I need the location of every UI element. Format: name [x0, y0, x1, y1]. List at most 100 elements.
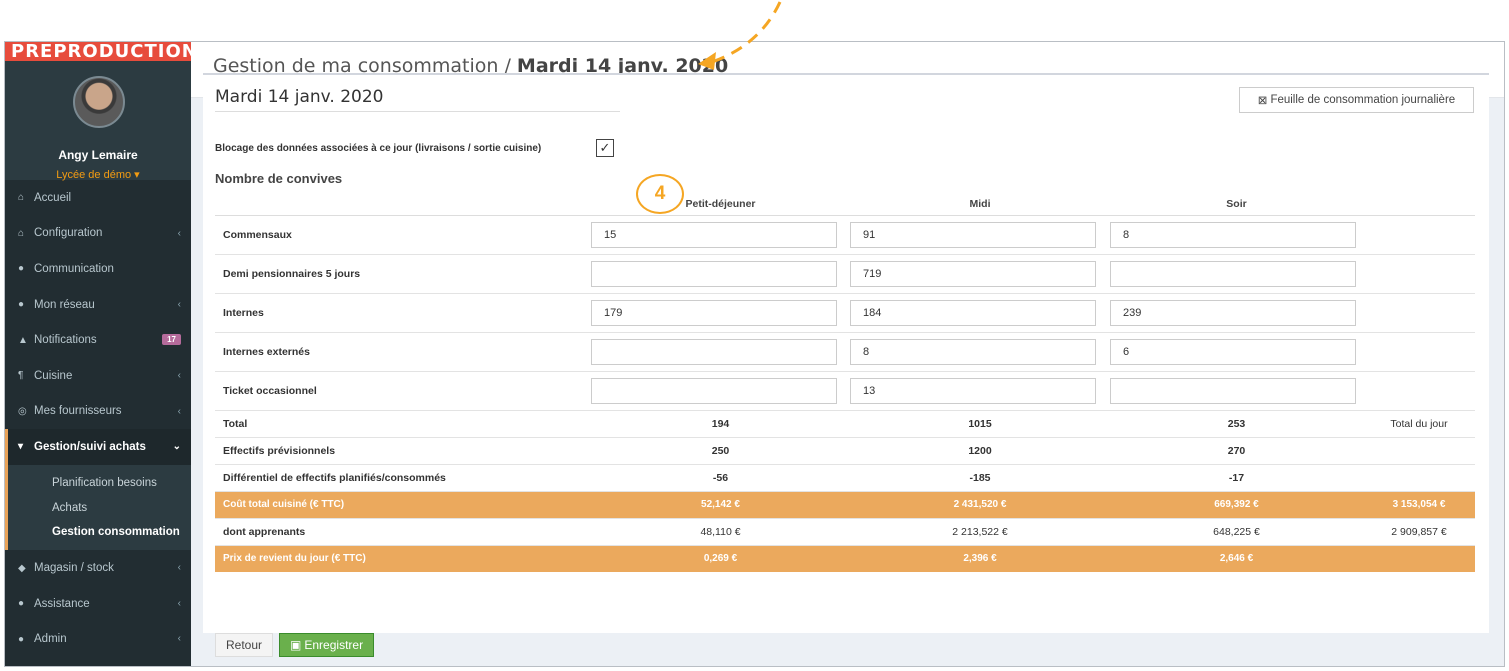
sidebar-item-label: Gestion/suivi achats — [34, 440, 146, 453]
summary-value: 194 — [591, 409, 850, 437]
summary-value: 0,269 € — [591, 544, 850, 572]
sidebar-item-label: Configuration — [34, 227, 103, 240]
sidebar-item-3[interactable]: ● Mon réseau ‹ — [5, 287, 191, 323]
summary-value: 1015 — [850, 409, 1110, 437]
sidebar-menu: ⌂ Accueil ⌂ Configuration ‹ ● Communication ● Mo… — [5, 180, 191, 657]
consumption-box: Mardi 14 janv. 2020 ⊠ Feuille de consomm… — [203, 73, 1489, 633]
sidebar-item-10[interactable]: ● Admin ‹ — [5, 621, 191, 657]
submenu-item-0[interactable]: Planification besoins — [8, 471, 191, 496]
back-button[interactable]: Retour — [215, 633, 274, 657]
covers-input[interactable] — [1110, 377, 1356, 404]
row-label: Demi pensionnaires 5 jours — [215, 253, 591, 293]
daily-sheet-button[interactable]: ⊠ Feuille de consommation journalière — [1239, 87, 1474, 113]
summary-label: Total — [215, 409, 591, 437]
sidebar-item-8[interactable]: ◆ Magasin / stock ‹ — [5, 550, 191, 586]
summary-value: 2,646 € — [1110, 544, 1363, 572]
summary-value: 669,392 € — [1110, 490, 1363, 518]
sidebar-item-7[interactable]: ▾ Gestion/suivi achats ⌄ — [5, 429, 191, 465]
covers-input[interactable]: 8 — [1110, 221, 1356, 248]
table-row: Ticket occasionnel 13 — [215, 370, 1475, 410]
sidebar-item-5[interactable]: ¶ Cuisine ‹ — [5, 358, 191, 394]
input-cell: 179 — [591, 292, 850, 332]
column-header-dinner: Soir — [1110, 193, 1363, 216]
sidebar-item-9[interactable]: ● Assistance ‹ — [5, 586, 191, 622]
table-row: Demi pensionnaires 5 jours 719 — [215, 253, 1475, 293]
covers-input[interactable]: 239 — [1110, 299, 1356, 326]
covers-table: Petit-déjeuner Midi Soir Commensaux 15 91 8… — [215, 193, 1475, 572]
covers-input[interactable] — [591, 377, 837, 404]
summary-value: 250 — [591, 436, 850, 464]
input-cell — [1110, 370, 1363, 410]
summary-label: Coût total cuisiné (€ TTC) — [215, 490, 591, 518]
covers-input[interactable]: 8 — [850, 338, 1096, 365]
sidebar: PREPRODUCTION Angy Lemaire Lycée de démo… — [5, 42, 197, 666]
input-cell: 91 — [850, 214, 1110, 254]
sidebar-item-label: Cuisine — [34, 369, 73, 382]
box-title: Mardi 14 janv. 2020 — [215, 87, 620, 112]
column-header-lunch: Midi — [850, 193, 1110, 216]
sidebar-item-1[interactable]: ⌂ Configuration ‹ — [5, 216, 191, 252]
chevron-icon: ‹ — [177, 369, 181, 381]
covers-input[interactable]: 719 — [850, 260, 1096, 287]
covers-input[interactable] — [591, 338, 837, 365]
chevron-icon: ‹ — [177, 633, 181, 645]
summary-value: 253 — [1110, 409, 1363, 437]
covers-input[interactable] — [1110, 260, 1356, 287]
covers-input[interactable]: 184 — [850, 299, 1096, 326]
sidebar-item-2[interactable]: ● Communication — [5, 251, 191, 287]
input-cell: 8 — [1110, 214, 1363, 254]
summary-value: 1200 — [850, 436, 1110, 464]
input-cell — [1110, 253, 1363, 293]
sidebar-item-label: Accueil — [34, 191, 72, 204]
covers-input[interactable]: 6 — [1110, 338, 1356, 365]
submenu-item-1[interactable]: Achats — [8, 495, 191, 520]
covers-input[interactable]: 179 — [591, 299, 837, 326]
lock-checkbox[interactable]: ✓ — [596, 139, 614, 157]
summary-extra — [1363, 463, 1475, 491]
covers-input[interactable]: 15 — [591, 221, 837, 248]
summary-row-forecast: Effectifs prévisionnels 250 1200 270 — [215, 436, 1475, 464]
empty-cell — [1363, 214, 1475, 254]
column-header-extra — [1363, 193, 1475, 216]
summary-row-diff: Différentiel de effectifs planifiés/cons… — [215, 463, 1475, 491]
empty-cell — [1363, 370, 1475, 410]
sidebar-item-label: Mes fournisseurs — [34, 405, 122, 418]
sidebar-item-0[interactable]: ⌂ Accueil — [5, 180, 191, 216]
menu-icon: ● — [18, 263, 25, 275]
daily-sheet-label: Feuille de consommation journalière — [1270, 94, 1456, 106]
summary-value: 270 — [1110, 436, 1363, 464]
table-row: Internes 179 184 239 — [215, 292, 1475, 332]
user-panel: Angy Lemaire Lycée de démo ▾ — [5, 61, 191, 181]
chevron-icon: ‹ — [177, 562, 181, 574]
summary-label: Effectifs prévisionnels — [215, 436, 591, 464]
covers-input[interactable]: 91 — [850, 221, 1096, 248]
covers-input[interactable]: 13 — [850, 377, 1096, 404]
sidebar-item-6[interactable]: ◎ Mes fournisseurs ‹ — [5, 394, 191, 430]
chevron-icon: ⌄ — [172, 441, 181, 453]
menu-icon: ⌂ — [18, 192, 25, 204]
covers-input[interactable] — [591, 260, 837, 287]
save-button[interactable]: ▣ Enregistrer — [279, 633, 375, 657]
summary-row-unit_cost: Prix de revient du jour (€ TTC) 0,269 €2,… — [215, 544, 1475, 572]
input-cell: 15 — [591, 214, 850, 254]
chevron-icon: ‹ — [177, 298, 181, 310]
summary-label: dont apprenants — [215, 517, 591, 545]
input-cell: 6 — [1110, 331, 1363, 371]
step-annotation: 4 — [636, 174, 684, 214]
form-actions: Retour ▣ Enregistrer — [215, 633, 375, 657]
input-cell: 719 — [850, 253, 1110, 293]
summary-extra — [1363, 544, 1475, 572]
sidebar-item-4[interactable]: ▲ Notifications 17 — [5, 322, 191, 358]
menu-icon: ▾ — [18, 441, 24, 453]
summary-row-learners: dont apprenants 48,110 €2 213,522 €648,22… — [215, 517, 1475, 545]
submenu-achats: Planification besoins Achats Gestion conso… — [5, 464, 191, 551]
sidebar-item-label: Notifications — [34, 334, 97, 347]
summary-row-total: Total 194 1015 253 Total du jour — [215, 409, 1475, 437]
summary-row-cost: Coût total cuisiné (€ TTC) 52,142 €2 431,… — [215, 490, 1475, 518]
summary-value: -185 — [850, 463, 1110, 491]
avatar[interactable] — [73, 76, 125, 128]
submenu-item-2[interactable]: Gestion consommation — [8, 520, 191, 545]
input-cell: 13 — [850, 370, 1110, 410]
input-cell — [591, 370, 850, 410]
summary-extra: 2 909,857 € — [1363, 517, 1475, 545]
